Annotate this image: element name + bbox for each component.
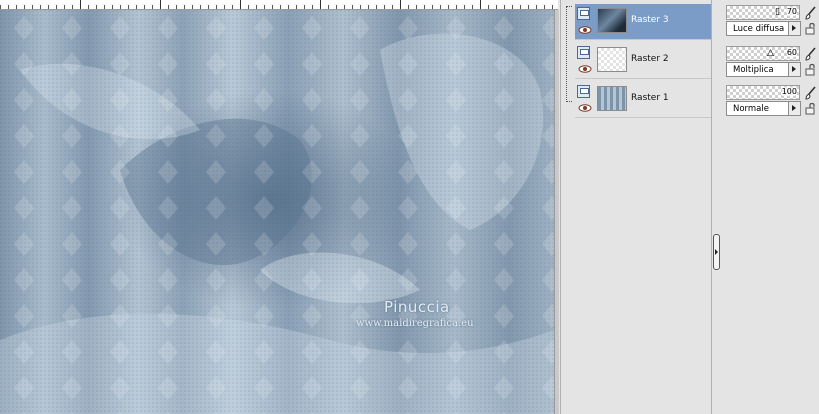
collapse-handle-icon[interactable] xyxy=(713,234,720,270)
horizontal-ruler xyxy=(0,0,558,10)
layer-properties-panel: ▯ 70 Luce diffusa △ 60 Moltiplica 100 No… xyxy=(724,0,819,414)
triangle-right-icon[interactable] xyxy=(788,63,800,76)
panel-divider xyxy=(711,0,725,414)
image-canvas[interactable]: Pinuccia www.maidiregrafica.eu xyxy=(0,10,554,414)
layer-name: Raster 3 xyxy=(631,15,669,25)
canvas-scrollbar[interactable] xyxy=(554,10,559,414)
triangle-right-icon[interactable] xyxy=(788,22,800,35)
lock-icon[interactable] xyxy=(805,63,817,76)
eye-icon[interactable] xyxy=(578,104,592,112)
blend-mode-label: Luce diffusa xyxy=(733,24,785,34)
opacity-slider[interactable]: ▯ 70 xyxy=(726,5,800,20)
layers-panel: Raster 3 Raster 2 Raster 1 xyxy=(560,0,713,414)
slider-marker-icon: △ xyxy=(767,48,774,58)
raster-layer-icon xyxy=(577,46,590,59)
ruler-major-tick xyxy=(480,0,481,9)
blend-mode-label: Normale xyxy=(733,104,769,114)
layer-thumbnail xyxy=(597,86,627,111)
lock-icon[interactable] xyxy=(805,102,817,115)
layer-properties-row: ▯ 70 Luce diffusa xyxy=(724,0,819,38)
opacity-slider[interactable]: △ 60 xyxy=(726,46,800,61)
blend-mode-select[interactable]: Luce diffusa xyxy=(726,21,801,36)
layer-row-raster-3[interactable]: Raster 3 xyxy=(575,4,713,40)
raster-layer-icon xyxy=(577,7,590,20)
slider-marker-icon: ▯ xyxy=(775,7,780,17)
ruler-major-tick xyxy=(240,0,241,9)
ruler-major-tick xyxy=(160,0,161,9)
paintbrush-icon[interactable] xyxy=(805,47,817,61)
ruler-major-tick xyxy=(320,0,321,9)
ruler-ticks xyxy=(0,0,558,9)
layer-group-bracket xyxy=(566,6,572,102)
opacity-value: 60 xyxy=(786,48,797,57)
watermark-url: www.maidiregrafica.eu xyxy=(356,318,474,329)
opacity-value: 70 xyxy=(786,7,797,16)
layer-thumbnail xyxy=(597,8,627,33)
opacity-value: 100 xyxy=(781,87,797,96)
layer-row-raster-1[interactable]: Raster 1 xyxy=(575,82,713,118)
eye-icon[interactable] xyxy=(578,65,592,73)
paintbrush-icon[interactable] xyxy=(805,6,817,20)
eye-icon[interactable] xyxy=(578,26,592,34)
layer-row-raster-2[interactable]: Raster 2 xyxy=(575,43,713,79)
ruler-major-tick xyxy=(400,0,401,9)
layer-properties-row: 100 Normale xyxy=(724,80,819,118)
canvas-artwork xyxy=(0,10,554,414)
blend-mode-label: Moltiplica xyxy=(733,65,774,75)
lock-icon[interactable] xyxy=(805,22,817,35)
layer-name: Raster 2 xyxy=(631,54,669,64)
raster-layer-icon xyxy=(577,85,590,98)
watermark-title: Pinuccia xyxy=(384,298,450,316)
triangle-right-icon[interactable] xyxy=(788,102,800,115)
opacity-slider[interactable]: 100 xyxy=(726,85,800,100)
paintbrush-icon[interactable] xyxy=(805,86,817,100)
layer-properties-row: △ 60 Moltiplica xyxy=(724,41,819,79)
layer-thumbnail xyxy=(597,47,627,72)
layer-name: Raster 1 xyxy=(631,93,669,103)
ruler-major-tick xyxy=(80,0,81,9)
blend-mode-select[interactable]: Normale xyxy=(726,101,801,116)
blend-mode-select[interactable]: Moltiplica xyxy=(726,62,801,77)
